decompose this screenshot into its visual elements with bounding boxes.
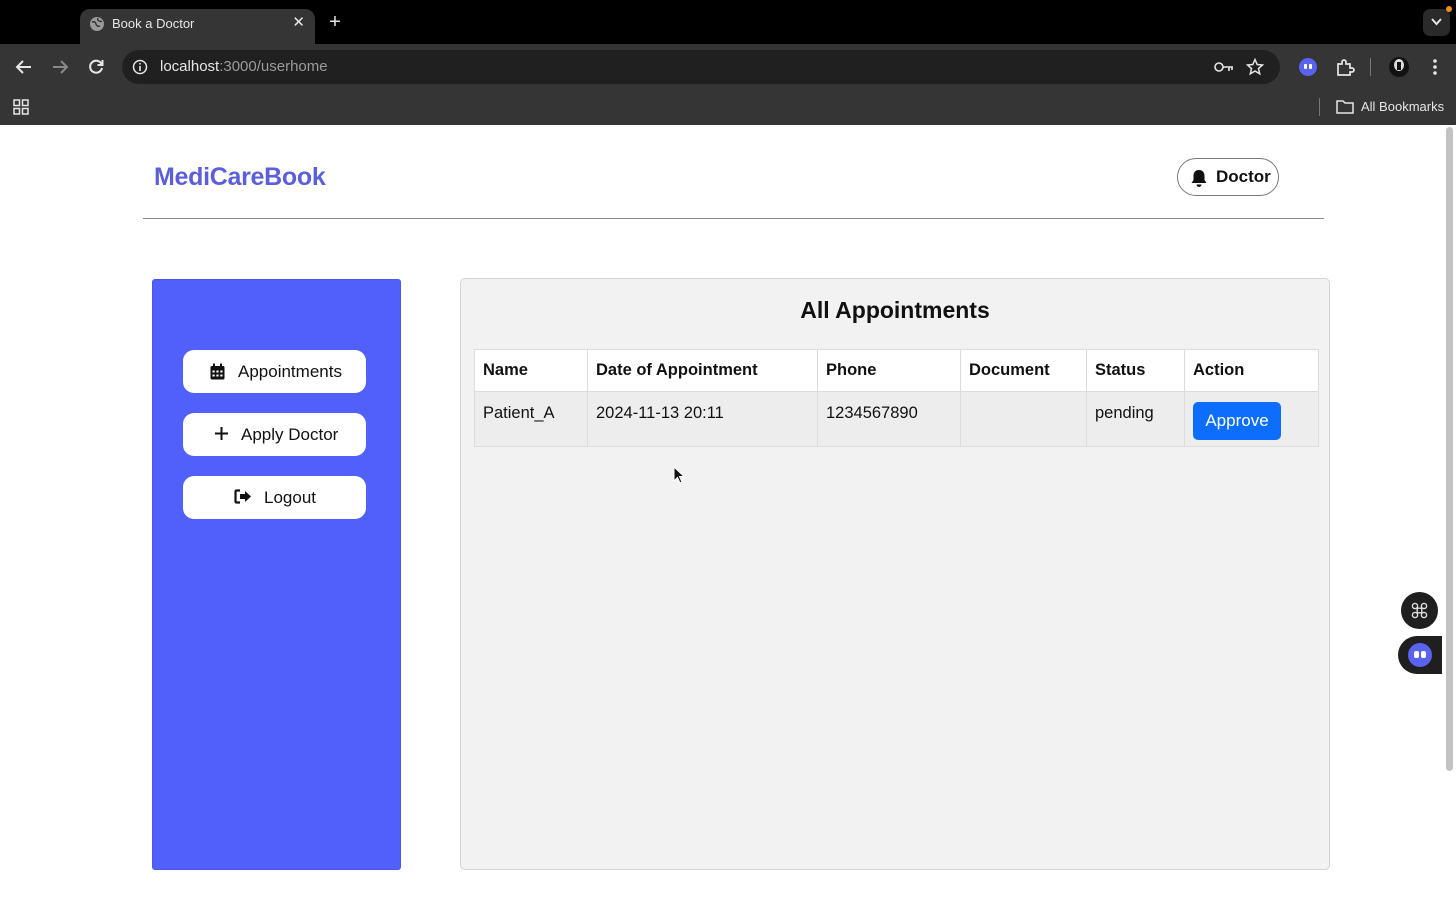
header-divider <box>143 218 1324 219</box>
table-row: Patient_A 2024-11-13 20:11 1234567890 pe… <box>474 391 1319 447</box>
page-scrollbar[interactable] <box>1442 125 1456 911</box>
cell-document <box>960 391 1087 447</box>
appointments-card: All Appointments Name Date of Appointmen… <box>460 278 1330 870</box>
sidebar-item-label: Logout <box>264 488 316 507</box>
scrollbar-thumb[interactable] <box>1446 127 1453 771</box>
cell-status: pending <box>1086 391 1185 447</box>
tab-search-button[interactable] <box>1423 9 1450 36</box>
sidebar-item-appointments[interactable]: Appointments <box>183 350 366 393</box>
approve-button[interactable]: Approve <box>1193 402 1281 440</box>
cell-phone: 1234567890 <box>817 391 961 447</box>
plus-icon <box>214 426 229 446</box>
logout-icon <box>234 489 252 509</box>
apps-grid-icon[interactable] <box>13 99 29 120</box>
column-header: Date of Appointment <box>587 349 818 392</box>
address-bar[interactable]: localhost:3000/userhome <box>122 50 1280 84</box>
notification-button[interactable]: Doctor <box>1177 158 1279 196</box>
column-header: Status <box>1086 349 1185 392</box>
page-viewport: MediCareBook Doctor Appointments Apply D… <box>0 125 1456 911</box>
notification-label: Doctor <box>1216 167 1271 186</box>
sidebar: Appointments Apply Doctor Logout <box>152 279 401 870</box>
browser-toolbar: localhost:3000/userhome <box>0 44 1456 88</box>
sidebar-item-label: Apply Doctor <box>241 425 339 444</box>
floating-shortcut-button[interactable] <box>1401 592 1438 629</box>
url-text[interactable]: localhost:3000/userhome <box>160 58 328 75</box>
column-header: Document <box>960 349 1087 392</box>
bookmark-star-icon[interactable] <box>1245 57 1265 81</box>
sidebar-item-logout[interactable]: Logout <box>183 476 366 519</box>
column-header: Phone <box>817 349 961 392</box>
toolbar-divider <box>1370 58 1371 76</box>
tab-title: Book a Doctor <box>112 16 195 31</box>
command-icon <box>1411 602 1428 619</box>
assistant-bot-icon <box>1408 643 1432 667</box>
browser-tab[interactable]: Book a Doctor ✕ <box>80 9 315 44</box>
url-path: :3000/userhome <box>219 58 328 75</box>
bell-icon <box>1191 170 1207 187</box>
bookmarks-bar: All Bookmarks <box>0 88 1456 125</box>
extensions-puzzle-icon[interactable] <box>1334 56 1356 78</box>
folder-icon[interactable] <box>1336 99 1354 119</box>
update-indicator <box>1446 6 1452 12</box>
forward-arrow-icon[interactable] <box>49 56 71 78</box>
page-title: All Appointments <box>800 297 990 323</box>
site-info-icon[interactable] <box>132 59 148 80</box>
reload-icon[interactable] <box>85 56 107 78</box>
sidebar-item-label: Appointments <box>238 362 342 381</box>
extension-bot-icon[interactable] <box>1297 56 1319 78</box>
new-tab-button[interactable]: + <box>326 11 344 33</box>
table-header-row: Name Date of Appointment Phone Document … <box>474 349 1319 392</box>
cell-date: 2024-11-13 20:11 <box>587 391 818 447</box>
column-header: Name <box>474 349 588 392</box>
chevron-down-icon <box>1431 18 1442 26</box>
appointments-table: Name Date of Appointment Phone Document … <box>474 349 1319 447</box>
url-host: localhost <box>160 58 220 75</box>
browser-tabstrip: Book a Doctor ✕ + <box>0 0 1456 44</box>
cell-name: Patient_A <box>474 391 588 447</box>
cell-action: Approve <box>1184 391 1319 447</box>
column-header: Action <box>1184 349 1319 392</box>
browser-menu-icon[interactable] <box>1424 56 1446 78</box>
back-arrow-icon[interactable] <box>13 56 35 78</box>
brand-logo[interactable]: MediCareBook <box>154 163 326 192</box>
profile-avatar-icon[interactable] <box>1388 56 1410 78</box>
password-key-icon[interactable] <box>1214 60 1234 79</box>
globe-icon <box>89 16 105 32</box>
calendar-icon <box>210 363 225 385</box>
tab-close-icon[interactable]: ✕ <box>292 14 305 32</box>
all-bookmarks-link[interactable]: All Bookmarks <box>1361 99 1444 114</box>
sidebar-item-apply-doctor[interactable]: Apply Doctor <box>183 413 366 456</box>
mouse-cursor-icon <box>673 465 686 489</box>
bookmarks-divider <box>1319 98 1320 116</box>
